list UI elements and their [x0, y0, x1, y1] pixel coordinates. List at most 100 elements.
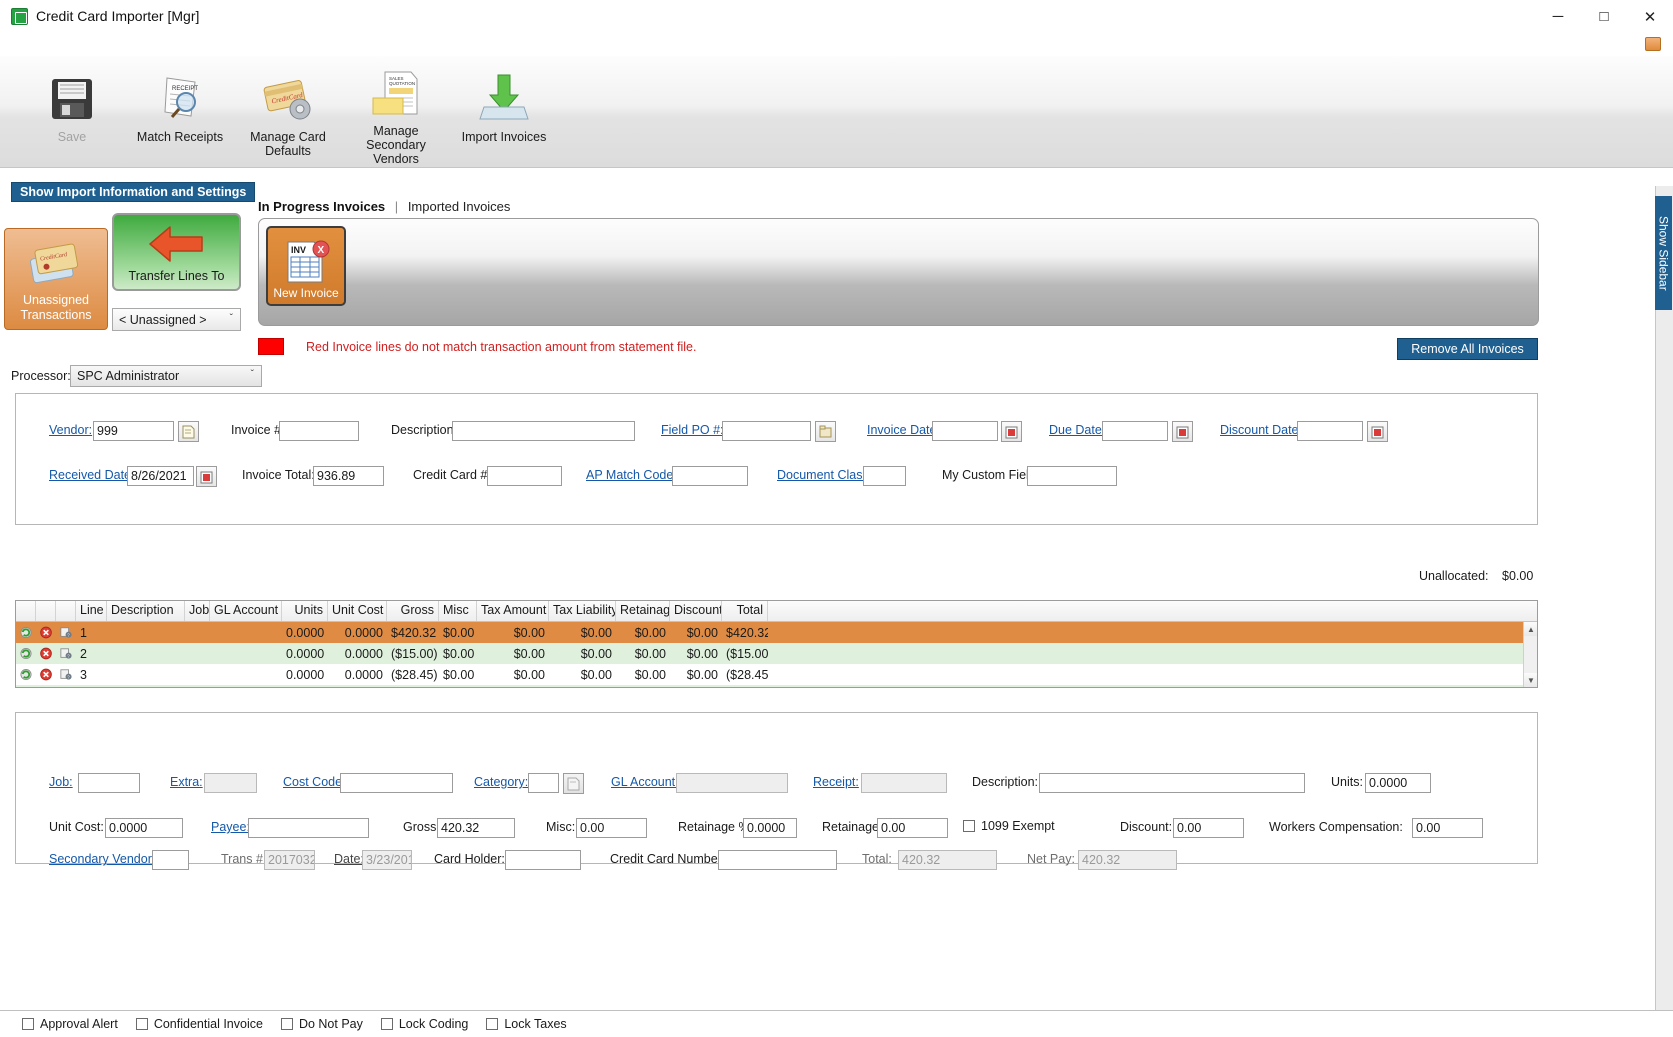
transfer-lines-to-button[interactable]: Transfer Lines To: [112, 213, 241, 291]
invoice-date-input[interactable]: [932, 421, 998, 441]
field-po-input[interactable]: [722, 421, 811, 441]
row-delete-icon[interactable]: [36, 646, 56, 661]
checkbox-box[interactable]: [22, 1018, 34, 1030]
gl-account-label[interactable]: GL Account:: [611, 775, 679, 789]
card-holder-input[interactable]: [505, 850, 581, 870]
tab-imported-invoices[interactable]: Imported Invoices: [408, 199, 511, 214]
secondary-vendor-label[interactable]: Secondary Vendor:: [49, 852, 155, 866]
document-class-input[interactable]: [863, 466, 906, 486]
table-row[interactable]: ? 3 0.0000 0.0000 ($28.45) $0.00 $0.00 $…: [16, 664, 1537, 685]
due-date-label[interactable]: Due Date:: [1049, 423, 1105, 437]
row-delete-icon[interactable]: [36, 625, 56, 640]
do-not-pay-checkbox[interactable]: Do Not Pay: [280, 1017, 363, 1031]
import-invoices-button[interactable]: Import Invoices: [450, 62, 558, 162]
category-lookup-button[interactable]: [563, 773, 584, 794]
checkbox-box[interactable]: [486, 1018, 499, 1030]
grid-col-tax-liability[interactable]: Tax Liability: [549, 601, 616, 621]
grid-vertical-scrollbar[interactable]: ▲ ▼: [1523, 622, 1537, 687]
unassigned-dropdown[interactable]: < Unassigned > ˇ: [112, 308, 241, 331]
detail-description-input[interactable]: [1039, 773, 1305, 793]
invoice-total-input[interactable]: 936.89: [313, 466, 384, 486]
misc-input[interactable]: 0.00: [576, 818, 647, 838]
vendor-input[interactable]: 999: [93, 421, 174, 441]
extra-label[interactable]: Extra:: [170, 775, 203, 789]
ap-match-code-label[interactable]: AP Match Code:: [586, 468, 677, 482]
units-input[interactable]: 0.0000: [1365, 773, 1431, 793]
checkbox-box[interactable]: [963, 820, 975, 832]
grid-col-retainage[interactable]: Retainage: [616, 601, 670, 621]
category-input[interactable]: [528, 773, 559, 793]
unassigned-transactions-tile[interactable]: CreditCard Unassigned Transactions: [4, 228, 108, 330]
lock-taxes-checkbox[interactable]: Lock Taxes: [486, 1017, 567, 1031]
retainage-input[interactable]: 0.00: [877, 818, 948, 838]
grid-col-tax-amount[interactable]: Tax Amount: [477, 601, 549, 621]
discount-date-calendar-button[interactable]: [1367, 421, 1388, 442]
grid-col-gl-account[interactable]: GL Account: [210, 601, 282, 621]
grid-col-line[interactable]: Line: [76, 601, 107, 621]
my-custom-field-input[interactable]: [1027, 466, 1117, 486]
discount-input[interactable]: 0.00: [1173, 818, 1244, 838]
table-row[interactable]: ? 2 0.0000 0.0000 ($15.00) $0.00 $0.00 $…: [16, 643, 1537, 664]
checkbox-box[interactable]: [280, 1018, 293, 1030]
description-input[interactable]: [452, 421, 635, 441]
1099-exempt-checkbox[interactable]: 1099 Exempt: [963, 819, 1055, 833]
grid-col-total[interactable]: Total: [722, 601, 768, 621]
received-date-label[interactable]: Received Date:: [49, 468, 134, 482]
document-class-label[interactable]: Document Class:: [777, 468, 872, 482]
grid-col-unit-cost[interactable]: Unit Cost: [328, 601, 387, 621]
new-invoice-tile[interactable]: INV X New Invoice: [266, 226, 346, 306]
workers-compensation-input[interactable]: 0.00: [1412, 818, 1483, 838]
payee-label[interactable]: Payee:: [211, 820, 250, 834]
row-info-icon[interactable]: ?: [56, 667, 76, 682]
row-refresh-icon[interactable]: [16, 646, 36, 661]
grid-col-misc[interactable]: Misc: [439, 601, 477, 621]
credit-card-number-header-input[interactable]: [487, 466, 562, 486]
tab-in-progress-invoices[interactable]: In Progress Invoices: [258, 199, 385, 214]
field-po-lookup-button[interactable]: [815, 421, 836, 442]
grid-col-description[interactable]: Description: [107, 601, 185, 621]
close-button[interactable]: ✕: [1627, 0, 1673, 33]
payee-input[interactable]: [248, 818, 369, 838]
secondary-vendor-input[interactable]: [152, 850, 189, 870]
receipt-label[interactable]: Receipt:: [813, 775, 859, 789]
grid-col-gross[interactable]: Gross: [387, 601, 439, 621]
invoice-lines-grid[interactable]: Line Description Job GL Account Units Un…: [15, 600, 1538, 688]
unit-cost-input[interactable]: 0.0000: [105, 818, 183, 838]
save-button[interactable]: Save: [18, 62, 126, 162]
lock-coding-checkbox[interactable]: Lock Coding: [380, 1017, 468, 1031]
minimize-button[interactable]: ─: [1535, 0, 1581, 33]
category-label[interactable]: Category:: [474, 775, 528, 789]
date-label[interactable]: Date:: [334, 852, 364, 866]
field-po-label[interactable]: Field PO #:: [661, 423, 724, 437]
received-date-calendar-button[interactable]: [196, 466, 217, 487]
invoice-date-calendar-button[interactable]: [1001, 421, 1022, 442]
scroll-down-icon[interactable]: ▼: [1524, 673, 1537, 687]
checkbox-box[interactable]: [380, 1018, 393, 1030]
checkbox-box[interactable]: [135, 1018, 148, 1030]
show-import-information-and-settings-button[interactable]: Show Import Information and Settings: [11, 182, 256, 202]
ap-match-code-input[interactable]: [672, 466, 748, 486]
vendor-label[interactable]: Vendor:: [49, 423, 92, 437]
show-sidebar-button[interactable]: Show Sidebar: [1655, 196, 1672, 310]
row-info-icon[interactable]: ?: [56, 646, 76, 661]
job-label[interactable]: Job:: [49, 775, 73, 789]
table-row[interactable]: ? 4 0.0000 0.0000 ($33.20) $0.00 $0.00 $…: [16, 685, 1537, 687]
row-refresh-icon[interactable]: [16, 667, 36, 682]
due-date-calendar-button[interactable]: [1172, 421, 1193, 442]
due-date-input[interactable]: [1102, 421, 1168, 441]
job-input[interactable]: [78, 773, 140, 793]
gross-input[interactable]: 420.32: [437, 818, 515, 838]
vendor-lookup-button[interactable]: [178, 421, 199, 442]
grid-col-job[interactable]: Job: [185, 601, 210, 621]
discount-date-input[interactable]: [1297, 421, 1363, 441]
credit-card-mini-icon[interactable]: [1645, 37, 1661, 51]
discount-date-label[interactable]: Discount Date:: [1220, 423, 1302, 437]
manage-card-defaults-button[interactable]: CreditCard Manage Card Defaults: [234, 62, 342, 162]
retainage-pct-input[interactable]: 0.0000: [743, 818, 797, 838]
manage-secondary-vendors-button[interactable]: SALES QUOTATION Manage Secondary Vendors: [342, 62, 450, 166]
table-row[interactable]: ? 1 0.0000 0.0000 $420.32 $0.00 $0.00 $0…: [16, 622, 1537, 643]
received-date-input[interactable]: 8/26/2021: [127, 466, 194, 486]
invoice-number-input[interactable]: [279, 421, 359, 441]
grid-col-discount[interactable]: Discount: [670, 601, 722, 621]
processor-dropdown[interactable]: SPC Administrator ˇ: [70, 365, 262, 387]
